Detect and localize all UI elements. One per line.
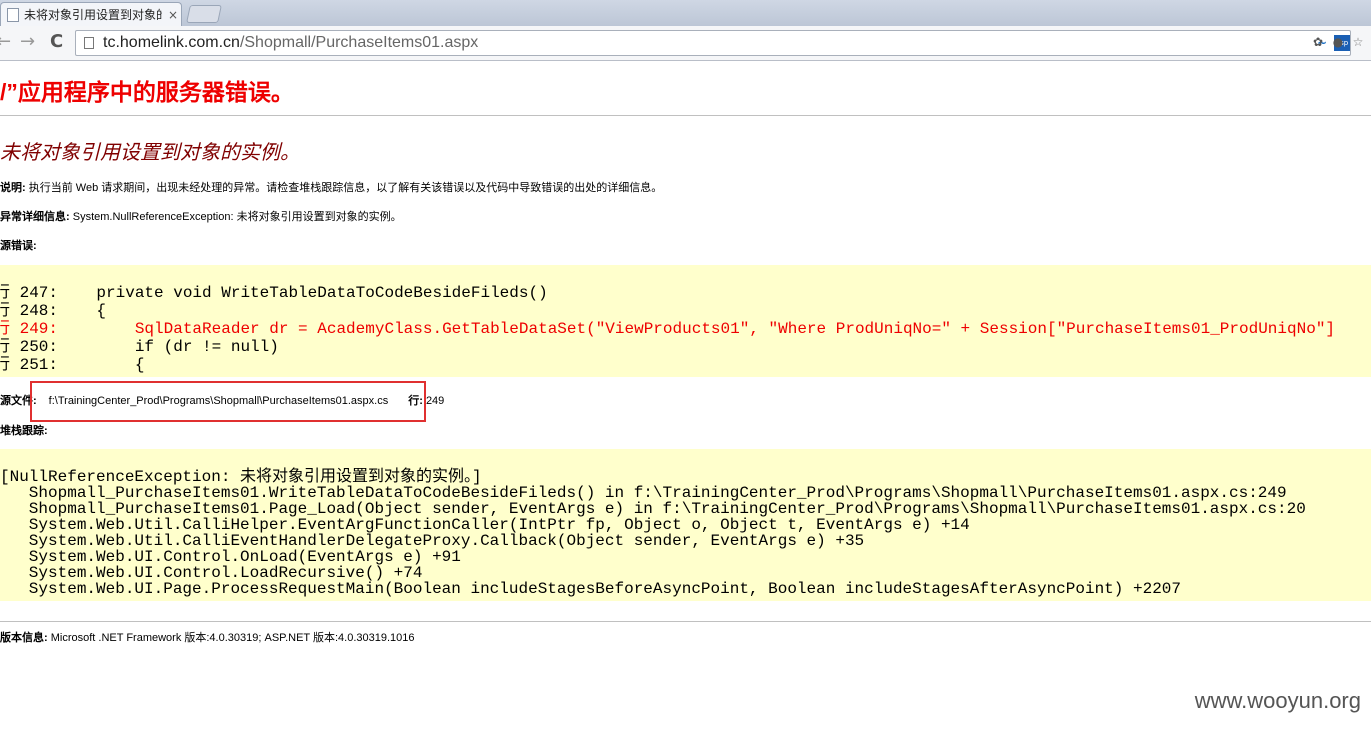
source-line: 行 251: { bbox=[0, 356, 145, 374]
page-content: /”应用程序中的服务器错误。 未将对象引用设置到对象的实例。 说明: 执行当前 … bbox=[0, 61, 1371, 731]
error-subheading: 未将对象引用设置到对象的实例。 bbox=[0, 142, 300, 164]
back-icon[interactable]: ← bbox=[0, 31, 11, 52]
source-code: 行 247: private void WriteTableDataToCode… bbox=[0, 284, 1335, 374]
reload-icon[interactable]: C bbox=[50, 31, 63, 52]
divider bbox=[0, 621, 1371, 622]
divider bbox=[0, 115, 1371, 116]
browser-tab[interactable]: 未将对象引用设置到对象的 × bbox=[0, 2, 182, 26]
browser-toolbar: ← → C tc.homelink.com.cn/Shopmall/Purcha… bbox=[0, 26, 1371, 61]
page-icon bbox=[7, 7, 19, 22]
highlight-box bbox=[30, 381, 426, 422]
tab-bar: 未将对象引用设置到对象的 × bbox=[0, 0, 1371, 26]
stack-trace-box: [NullReferenceException: 未将对象引用设置到对象的实例。… bbox=[0, 449, 1371, 601]
url-text[interactable]: tc.homelink.com.cn/Shopmall/PurchaseItem… bbox=[103, 34, 478, 52]
version-label: 版本信息: bbox=[0, 632, 48, 644]
extension-icon[interactable]: ✿ bbox=[1310, 34, 1326, 50]
close-tab-icon[interactable]: × bbox=[168, 8, 178, 22]
line-value: 249 bbox=[425, 395, 445, 407]
address-bar[interactable]: tc.homelink.com.cn/Shopmall/PurchaseItem… bbox=[75, 30, 1351, 56]
source-code-box: 行 247: private void WriteTableDataToCode… bbox=[0, 265, 1371, 377]
exception-text: System.NullReferenceException: 未将对象引用设置到… bbox=[69, 211, 402, 223]
forward-icon[interactable]: → bbox=[20, 31, 35, 52]
new-tab-button[interactable] bbox=[186, 5, 222, 23]
stack-line: System.Web.UI.Page.ProcessRequestMain(Bo… bbox=[0, 580, 1181, 598]
source-line: 行 248: { bbox=[0, 302, 107, 320]
bulb-icon[interactable]: ● bbox=[1330, 34, 1346, 50]
source-line: 行 247: private void WriteTableDataToCode… bbox=[0, 284, 548, 302]
version-text: Microsoft .NET Framework 版本:4.0.30319; A… bbox=[47, 632, 415, 644]
page-icon bbox=[84, 37, 94, 49]
stack-trace-label: 堆栈跟踪: bbox=[0, 425, 48, 437]
page-heading: /”应用程序中的服务器错误。 bbox=[0, 79, 294, 105]
source-line-error: 行 249: SqlDataReader dr = AcademyClass.G… bbox=[0, 320, 1336, 338]
exception-label: 异常详细信息: bbox=[0, 211, 70, 223]
star-icon[interactable]: ☆ bbox=[1350, 34, 1366, 50]
description: 说明: 执行当前 Web 请求期间，出现未经处理的异常。请检查堆栈跟踪信息，以了… bbox=[0, 179, 662, 195]
tab-title: 未将对象引用设置到对象的 bbox=[24, 8, 162, 22]
description-text: 执行当前 Web 请求期间，出现未经处理的异常。请检查堆栈跟踪信息，以了解有关该… bbox=[25, 182, 663, 194]
stack-trace: [NullReferenceException: 未将对象引用设置到对象的实例。… bbox=[0, 469, 1306, 597]
version-info: 版本信息: Microsoft .NET Framework 版本:4.0.30… bbox=[0, 629, 415, 645]
watermark: www.wooyun.org bbox=[1194, 688, 1361, 713]
source-line: 行 250: if (dr != null) bbox=[0, 338, 279, 356]
source-error-label: 源错误: bbox=[0, 240, 37, 252]
toolbar-icons: ✿ ● ☆ bbox=[1310, 34, 1366, 50]
exception-details: 异常详细信息: System.NullReferenceException: 未… bbox=[0, 208, 402, 224]
description-label: 说明: bbox=[0, 182, 26, 194]
